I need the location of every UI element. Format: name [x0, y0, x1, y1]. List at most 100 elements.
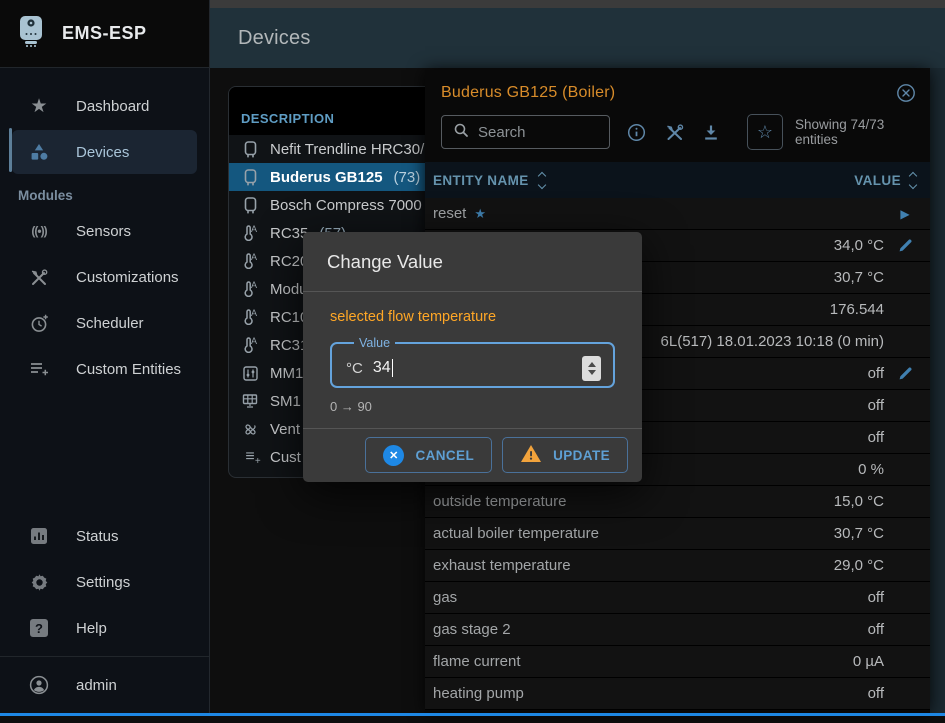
entity-row[interactable]: gas stage 2 off: [425, 614, 930, 646]
entity-row[interactable]: outside temperature 15,0 °C: [425, 486, 930, 518]
info-icon[interactable]: [627, 123, 646, 142]
entity-row[interactable]: flame current 0 µA: [425, 646, 930, 678]
app-bar: Devices: [210, 8, 945, 68]
entity-value: 6L(517) 18.01.2023 10:18 (0 min): [661, 333, 884, 350]
playlist-add-icon: ≡+: [241, 449, 259, 465]
pencil-icon[interactable]: [892, 238, 918, 253]
sidebar-item-custom-entities[interactable]: Custom Entities: [12, 347, 197, 391]
sidebar-item-scheduler[interactable]: Scheduler: [12, 301, 197, 345]
cancel-x-icon: ✕: [383, 445, 404, 466]
sort-icon: [910, 171, 916, 190]
showing-entities-text: Showing 74/73 entities: [795, 117, 916, 147]
entity-value: 30,7 °C: [834, 525, 884, 542]
sidebar-item-settings[interactable]: Settings: [12, 560, 197, 604]
cancel-button[interactable]: ✕ CANCEL: [365, 437, 492, 473]
gear-icon: [28, 573, 50, 592]
boiler-icon: [241, 141, 259, 158]
solar-panel-icon: [241, 394, 259, 408]
ems-esp-logo-icon: [16, 14, 46, 53]
entity-value: off: [868, 621, 884, 638]
entity-row[interactable]: reset ★ ▶: [425, 198, 930, 230]
pencil-icon[interactable]: [892, 366, 918, 381]
entity-name: exhaust temperature: [433, 557, 571, 574]
sidebar-item-status[interactable]: Status: [12, 514, 197, 558]
entity-value: off: [868, 397, 884, 414]
dialog-title: Change Value: [303, 232, 642, 292]
entity-value: off: [868, 589, 884, 606]
change-value-dialog: Change Value selected flow temperature V…: [303, 232, 642, 482]
play-icon[interactable]: ▶: [892, 208, 918, 220]
update-button[interactable]: UPDATE: [502, 437, 628, 473]
thermostat-icon: A: [241, 337, 259, 353]
help-icon: ?: [28, 619, 50, 637]
sidebar-item-label: Custom Entities: [76, 361, 181, 378]
tools-icon[interactable]: [665, 124, 684, 141]
sidebar-item-admin[interactable]: admin: [12, 663, 197, 707]
entity-value: off: [868, 685, 884, 702]
value-range-hint: 0 → 90: [330, 399, 615, 414]
entity-name: gas: [433, 589, 457, 606]
boiler-icon: [241, 169, 259, 186]
entity-panel-title: Buderus GB125 (Boiler): [441, 84, 615, 102]
entity-value: 0 µA: [853, 653, 884, 670]
favorite-star-icon: ★: [474, 206, 486, 222]
entity-row[interactable]: actual boiler temperature 30,7 °C: [425, 518, 930, 550]
entity-name: actual boiler temperature: [433, 525, 599, 542]
sidebar-item-label: Devices: [76, 144, 129, 161]
sidebar-item-label: Dashboard: [76, 98, 149, 115]
column-header-entity-name[interactable]: ENTITY NAME: [433, 171, 854, 190]
entity-table-header: ENTITY NAME VALUE: [425, 162, 930, 198]
close-icon[interactable]: [896, 83, 916, 103]
entity-row[interactable]: gas off: [425, 582, 930, 614]
app-name: EMS-ESP: [62, 23, 147, 44]
sidebar-item-help[interactable]: ? Help: [12, 606, 197, 650]
device-name: Modu: [270, 281, 308, 298]
column-header-value[interactable]: VALUE: [854, 171, 916, 190]
entity-value: 29,0 °C: [834, 557, 884, 574]
thermostat-icon: A: [241, 225, 259, 241]
value-input[interactable]: Value °C 34: [330, 336, 615, 388]
modules-section-label: Modules: [0, 176, 209, 207]
shapes-icon: [28, 143, 50, 161]
entity-value: 34,0 °C: [834, 237, 884, 254]
sidebar-item-customizations[interactable]: Customizations: [12, 255, 197, 299]
sidebar-item-sensors[interactable]: ((•)) Sensors: [12, 209, 197, 253]
sidebar-item-label: Status: [76, 528, 119, 545]
stepper-up-icon[interactable]: [588, 362, 596, 367]
entity-value: off: [868, 365, 884, 382]
entity-value: 30,7 °C: [834, 269, 884, 286]
device-entity-count: (73): [394, 169, 421, 186]
entity-panel-header: Buderus GB125 (Boiler): [425, 70, 930, 150]
text-caret: [392, 359, 394, 377]
device-name: Cust: [270, 449, 301, 466]
schedule-add-icon: [28, 314, 50, 333]
sidebar-item-dashboard[interactable]: ★ Dashboard: [12, 84, 197, 128]
device-name: Buderus GB125: [270, 169, 383, 186]
device-name: Nefit Trendline HRC30/: [270, 141, 424, 158]
sidebar-header: EMS-ESP: [0, 0, 209, 68]
boiler-icon: [241, 197, 259, 214]
sidebar-scrollbar-thumb[interactable]: [9, 128, 12, 172]
mixer-icon: [241, 366, 259, 381]
tools-icon: [28, 269, 50, 286]
entity-row[interactable]: heating pump off: [425, 678, 930, 710]
sidebar-item-devices[interactable]: Devices: [12, 130, 197, 174]
search-input[interactable]: [478, 124, 598, 141]
entity-name: reset: [433, 205, 466, 222]
device-name: Vent: [270, 421, 300, 438]
fan-icon: [241, 422, 259, 437]
value-unit: °C: [346, 360, 363, 377]
value-field-label: Value: [354, 336, 395, 350]
entity-value: off: [868, 429, 884, 446]
device-name: MM1: [270, 365, 303, 382]
stepper-down-icon[interactable]: [588, 370, 596, 375]
number-stepper[interactable]: [582, 356, 601, 381]
entity-name: heating pump: [433, 685, 524, 702]
thermostat-icon: A: [241, 309, 259, 325]
search-input-box[interactable]: [441, 115, 610, 149]
star-outline-icon[interactable]: ☆: [747, 114, 783, 150]
value-text: 34: [373, 359, 391, 377]
entity-row[interactable]: exhaust temperature 29,0 °C: [425, 550, 930, 582]
download-icon[interactable]: [703, 124, 719, 141]
sidebar-nav: ★ Dashboard Devices Modules ((•)) Sensor…: [0, 68, 209, 391]
